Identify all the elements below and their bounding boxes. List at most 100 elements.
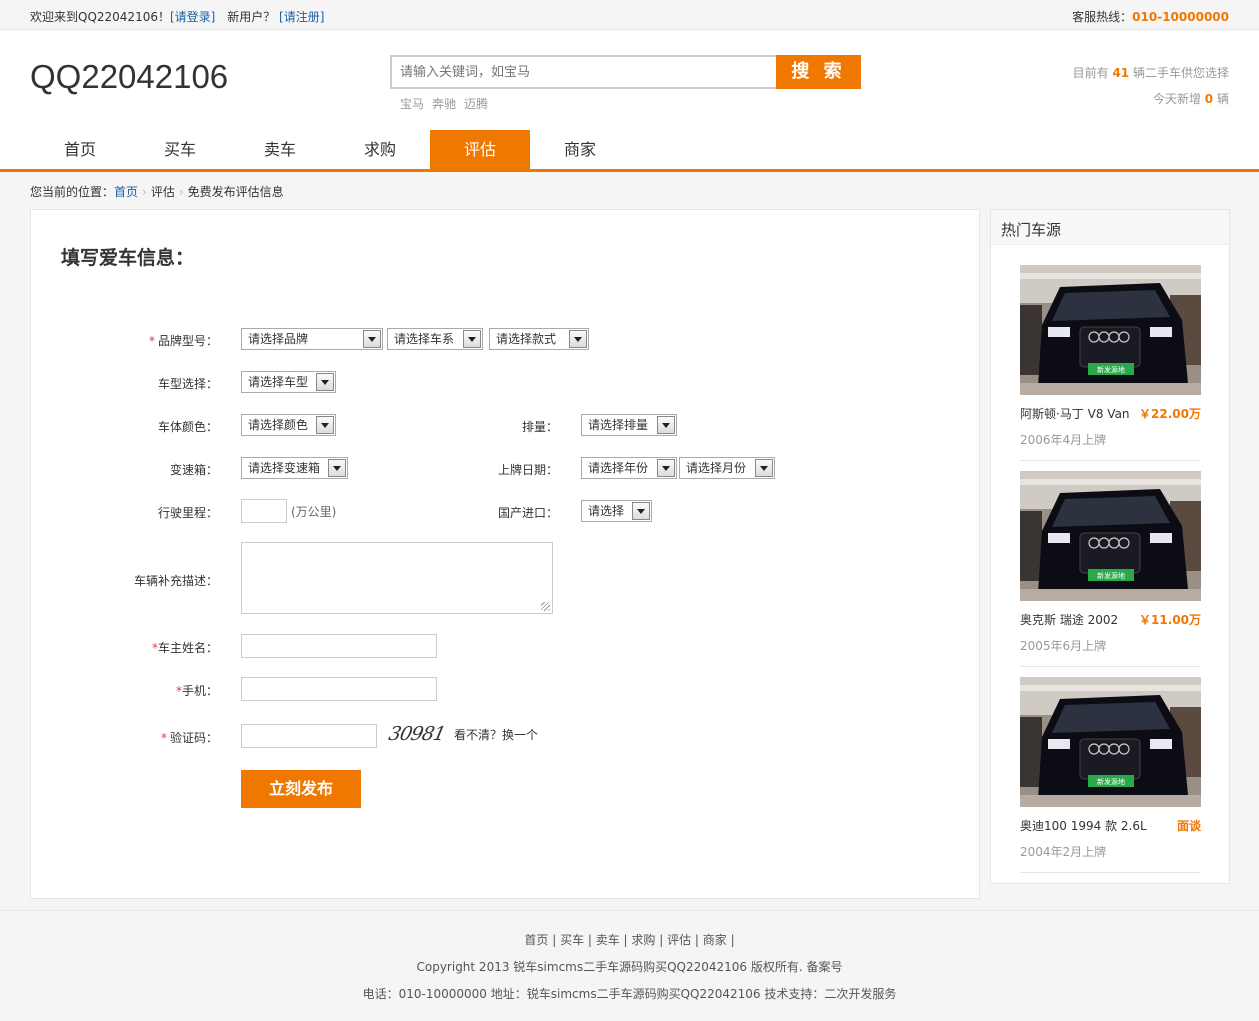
brand-select[interactable]: 请选择品牌 (241, 328, 383, 350)
today-count: 0 (1204, 92, 1214, 106)
mileage-input[interactable] (241, 499, 287, 523)
description-textarea[interactable] (241, 542, 553, 614)
dropdown-arrow-icon (463, 330, 481, 348)
car-reg-date: 2005年6月上牌 (1020, 639, 1107, 653)
suv-photo-icon: 新发源地 (1020, 265, 1201, 395)
search-button[interactable]: 搜 索 (776, 55, 861, 89)
sidebar-header: 热门车源 (991, 210, 1229, 245)
dropdown-arrow-icon (755, 459, 773, 477)
reg-date-label: 上牌日期： (497, 463, 558, 477)
year-select[interactable]: 请选择年份 (581, 457, 677, 479)
breadcrumb-evaluate[interactable]: 评估 (151, 185, 175, 199)
divider (1020, 666, 1201, 667)
nav-item-buy[interactable]: 买车 (130, 130, 230, 169)
main-nav: 首页 买车 卖车 求购 评估 商家 (0, 130, 1259, 172)
breadcrumb: 您当前的位置：首页 › 评估 › 免费发布评估信息 (30, 185, 284, 199)
hotword-link[interactable]: 奔驰 (432, 97, 456, 111)
color-label: 车体颜色： (157, 420, 218, 434)
welcome-text: 欢迎来到QQ22042106！ (30, 10, 170, 24)
car-photo[interactable]: 新发源地 (1020, 265, 1201, 395)
owner-name-label: *车主姓名： (151, 641, 218, 655)
car-name[interactable]: 阿斯顿·马丁 V8 Van (1020, 405, 1130, 422)
dropdown-arrow-icon (657, 416, 675, 434)
color-select[interactable]: 请选择颜色 (241, 414, 336, 436)
hotline-number: 010-10000000 (1132, 10, 1229, 24)
hotline-area: 客服热线：010-10000000 (1072, 8, 1229, 25)
total-count-line: 目前有 41 辆二手车供您选择 (1072, 66, 1229, 80)
car-price: ￥22.00万 (1139, 407, 1201, 421)
captcha-input[interactable] (241, 724, 377, 748)
description-label: 车辆补充描述： (133, 574, 218, 588)
plate-text: 新发源地 (1097, 571, 1125, 580)
captcha-image[interactable]: 30981 (387, 723, 448, 745)
month-select[interactable]: 请选择月份 (679, 457, 775, 479)
hotword-link[interactable]: 宝马 (400, 97, 424, 111)
nav-item-sell[interactable]: 卖车 (230, 130, 330, 169)
suv-photo-icon: 新发源地 (1020, 471, 1201, 601)
divider (1020, 460, 1201, 461)
car-photo[interactable]: 新发源地 (1020, 471, 1201, 601)
dropdown-arrow-icon (316, 416, 334, 434)
submit-button[interactable]: 立刻发布 (241, 770, 361, 808)
site-logo[interactable]: QQ22042106 (30, 58, 228, 96)
divider (1020, 872, 1201, 873)
suv-photo-icon: 新发源地 (1020, 677, 1201, 807)
breadcrumb-home[interactable]: 首页 (114, 185, 138, 199)
captcha-refresh-link[interactable]: 看不清？换一个 (454, 726, 538, 743)
dropdown-arrow-icon (328, 459, 346, 477)
car-name[interactable]: 奥迪100 1994 款 2.6L (1020, 817, 1147, 834)
type-select[interactable]: 请选择车型 (241, 371, 336, 393)
phone-input[interactable] (241, 677, 437, 701)
top-bar: 欢迎来到QQ22042106！[请登录] 新用户？ [请注册] 客服热线：010… (0, 0, 1259, 30)
origin-select[interactable]: 请选择 (581, 500, 652, 522)
total-count: 41 (1112, 66, 1130, 80)
origin-label: 国产进口： (497, 506, 558, 520)
car-reg-date: 2006年4月上牌 (1020, 433, 1107, 447)
phone-label: *手机： (175, 684, 218, 698)
nav-item-wanted[interactable]: 求购 (330, 130, 430, 169)
car-name[interactable]: 奥克斯 瑞途 2002 (1020, 611, 1118, 628)
type-label: 车型选择： (157, 377, 218, 391)
footer-contact: 电话：010-10000000 地址：锐车simcms二手车源码购买QQ2204… (362, 987, 897, 1001)
new-user-text: 新用户？ (227, 10, 276, 24)
sidebar-title: 热门车源 (1001, 221, 1062, 239)
footer-links[interactable]: 首页 | 买车 | 卖车 | 求购 | 评估 | 商家 | (0, 931, 1259, 948)
form-title: 填写爱车信息： (61, 247, 195, 269)
inventory-stats: 目前有 41 辆二手车供您选择 今天新增 0 辆 (1073, 60, 1229, 112)
dropdown-arrow-icon (316, 373, 334, 391)
hotword-link[interactable]: 迈腾 (464, 97, 488, 111)
car-reg-date: 2004年2月上牌 (1020, 845, 1107, 859)
nav-item-home[interactable]: 首页 (30, 130, 130, 169)
nav-item-evaluate[interactable]: 评估 (430, 130, 530, 169)
dropdown-arrow-icon (363, 330, 381, 348)
car-price: ￥11.00万 (1139, 613, 1201, 627)
header: QQ22042106 搜 索 宝马奔驰迈腾 目前有 41 辆二手车供您选择 今天… (0, 30, 1259, 130)
gearbox-label: 变速箱： (169, 463, 218, 477)
dropdown-arrow-icon (632, 502, 650, 520)
car-photo[interactable]: 新发源地 (1020, 677, 1201, 807)
hot-cars-sidebar: 热门车源 新发源地 阿斯顿·马丁 V8 Van ￥22.00万 2006年4月上… (990, 209, 1230, 884)
register-link[interactable]: [请注册] (279, 10, 324, 24)
plate-text: 新发源地 (1097, 777, 1125, 786)
today-count-line: 今天新增 0 辆 (1152, 92, 1229, 106)
hotline-label: 客服热线： (1072, 10, 1133, 24)
chevron-right-icon: › (178, 185, 184, 199)
gearbox-select[interactable]: 请选择变速箱 (241, 457, 348, 479)
evaluation-form: 填写爱车信息： * 品牌型号： 请选择品牌 请选择车系 请选择款式 车型选择： 请… (30, 209, 980, 899)
login-link[interactable]: [请登录] (170, 10, 215, 24)
plate-text: 新发源地 (1097, 365, 1125, 374)
search-input[interactable] (390, 55, 776, 89)
resize-handle-icon[interactable] (541, 602, 550, 611)
owner-name-input[interactable] (241, 634, 437, 658)
dropdown-arrow-icon (569, 330, 587, 348)
mileage-unit: (万公里) (291, 505, 337, 519)
nav-item-dealers[interactable]: 商家 (530, 130, 630, 169)
car-price: 面谈 (1176, 819, 1201, 833)
dropdown-arrow-icon (657, 459, 675, 477)
breadcrumb-current: 免费发布评估信息 (187, 185, 284, 199)
series-select[interactable]: 请选择车系 (387, 328, 483, 350)
displacement-label: 排量： (521, 420, 558, 434)
displacement-select[interactable]: 请选择排量 (581, 414, 677, 436)
style-select[interactable]: 请选择款式 (489, 328, 589, 350)
footer-copyright: Copyright 2013 锐车simcms二手车源码购买QQ22042106… (416, 960, 843, 974)
